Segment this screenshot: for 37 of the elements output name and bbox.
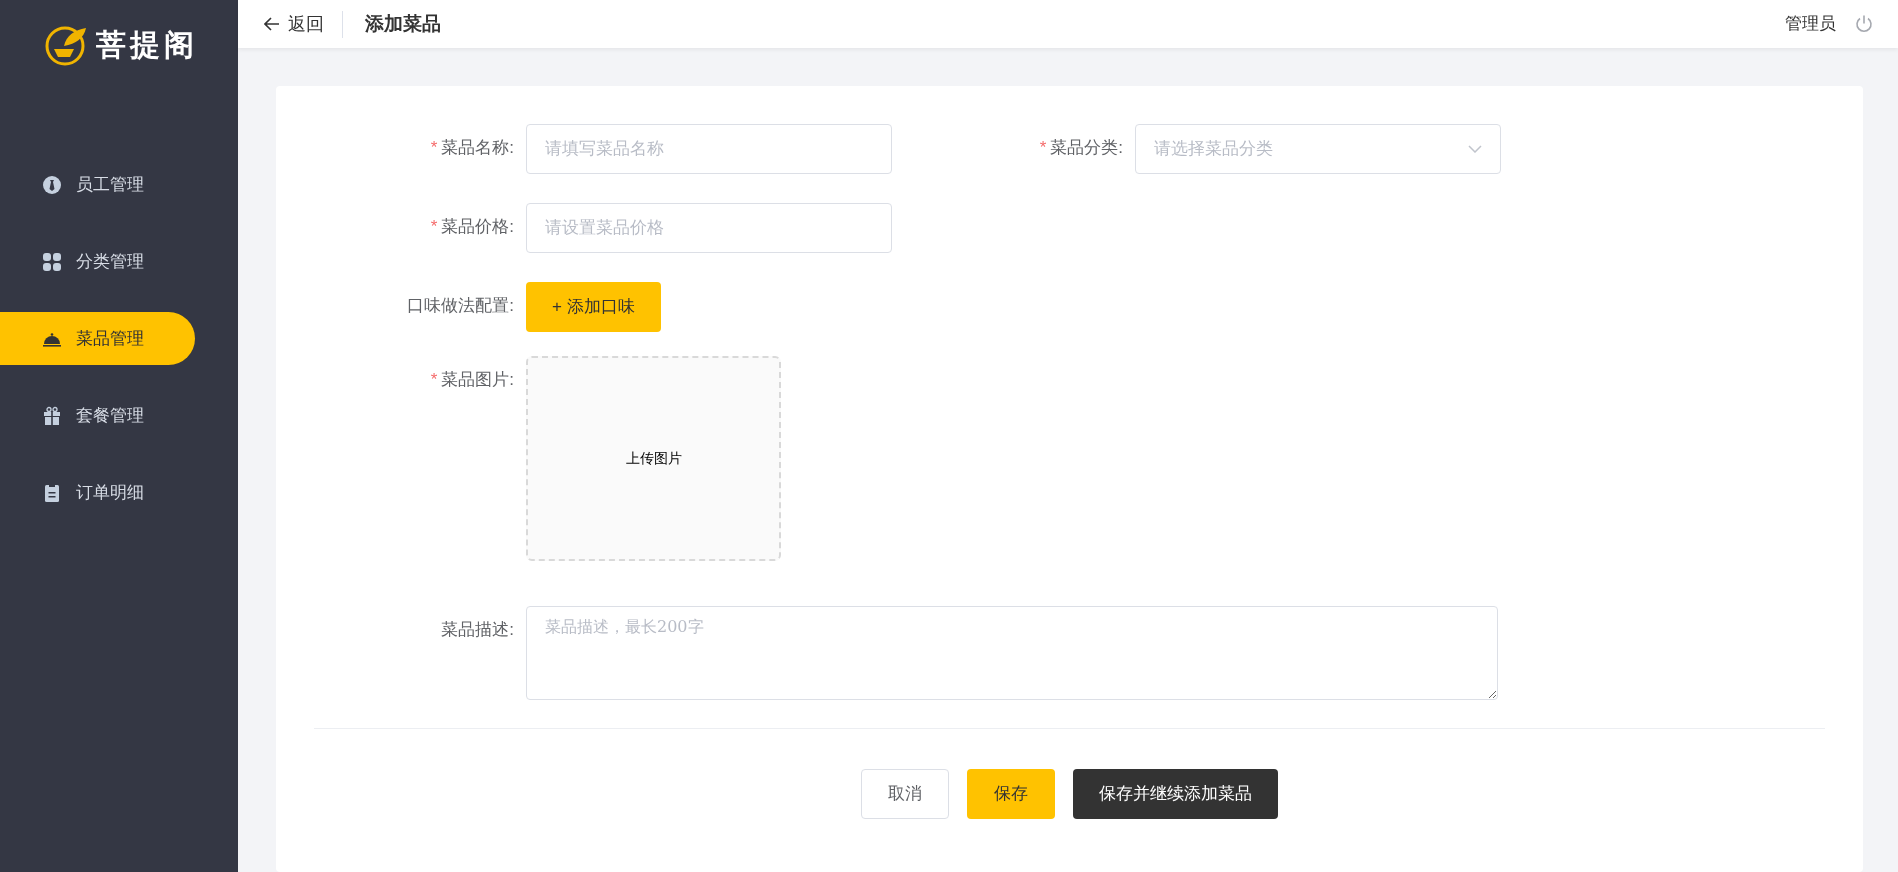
image-upload[interactable]: 上传图片 xyxy=(526,356,781,561)
required-mark: * xyxy=(430,216,438,238)
required-mark: * xyxy=(430,369,438,391)
clipboard-icon xyxy=(42,482,62,503)
action-button[interactable]: 保存并继续添加菜品 xyxy=(1073,769,1278,819)
text-field[interactable]: 请填写菜品名称 xyxy=(526,124,892,174)
logo-icon xyxy=(44,24,88,66)
text-field[interactable]: 请设置菜品价格 xyxy=(526,203,892,253)
arrow-left-icon xyxy=(264,17,280,31)
logo-text: 菩提阁 xyxy=(96,27,198,63)
required-mark: * xyxy=(1039,137,1047,159)
nav-item[interactable]: 分类管理 xyxy=(0,235,195,288)
chevron-down-icon xyxy=(1468,145,1482,153)
grid-icon xyxy=(42,251,62,272)
add-flavor-button[interactable]: + 添加口味 xyxy=(526,282,661,332)
page-title: 添加菜品 xyxy=(365,11,441,36)
nav-item[interactable]: 订单明细 xyxy=(0,466,195,519)
nav-item[interactable]: 菜品管理 xyxy=(0,312,195,365)
nav-item[interactable]: 员工管理 xyxy=(0,158,195,211)
gift-icon xyxy=(42,405,62,426)
select-placeholder: 请选择菜品分类 xyxy=(1154,138,1273,161)
power-icon[interactable] xyxy=(1854,14,1874,34)
field-label: 菜品名称: xyxy=(441,137,514,159)
field-label: 菜品描述: xyxy=(441,619,514,641)
field-label: 菜品图片: xyxy=(441,369,514,391)
action-button[interactable]: 取消 xyxy=(861,769,949,819)
user-name: 管理员 xyxy=(1785,13,1836,36)
back-button[interactable]: 返回 xyxy=(264,10,343,38)
field-label: 菜品分类: xyxy=(1050,137,1123,159)
description-field[interactable]: 菜品描述，最长200字 xyxy=(526,606,1498,700)
nav-item[interactable]: 套餐管理 xyxy=(0,389,195,442)
upload-text: 上传图片 xyxy=(625,449,682,468)
tie-icon xyxy=(42,174,62,195)
field-label: 菜品价格: xyxy=(441,216,514,238)
action-button[interactable]: 保存 xyxy=(967,769,1055,819)
required-mark: * xyxy=(430,137,438,159)
field-label: 口味做法配置: xyxy=(407,295,514,317)
